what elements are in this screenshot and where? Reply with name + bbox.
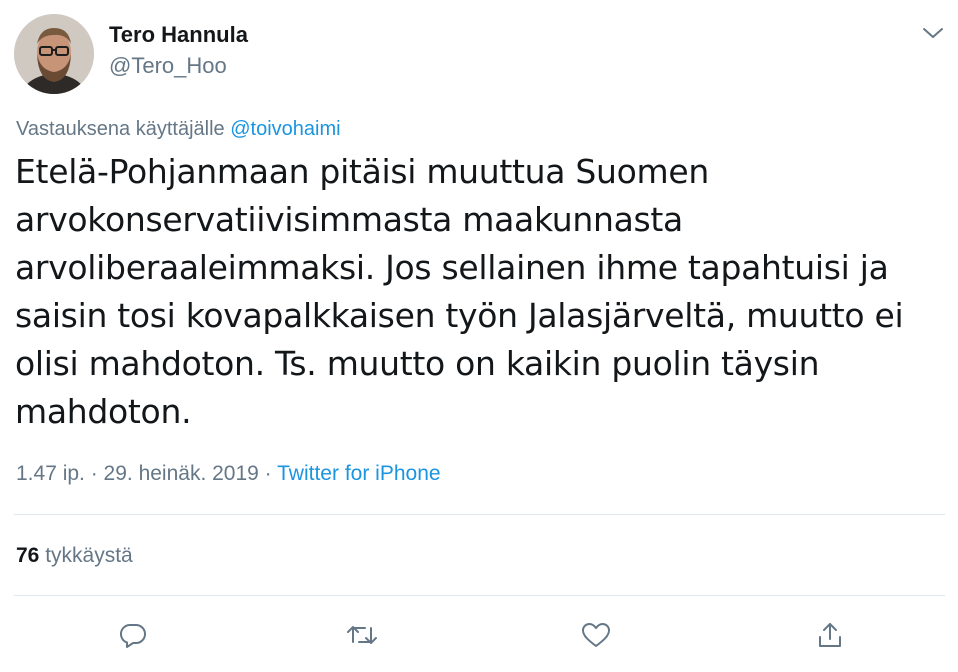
chevron-down-icon[interactable] (920, 22, 946, 44)
avatar-image (14, 14, 94, 94)
tweet-metadata: 1.47 ip. · 29. heinäk. 2019 · Twitter fo… (16, 462, 441, 486)
reply-mention-link[interactable]: @toivohaimi (230, 118, 340, 140)
tweet-text-line: saisin tosi kovapalkkaisen työn Jalasjär… (15, 296, 904, 335)
tweet-text: Etelä-Pohjanmaan pitäisi muuttua Suomen … (15, 148, 935, 436)
tweet-text-line: mahdoton. (15, 392, 192, 431)
heart-icon[interactable] (578, 617, 614, 653)
share-icon[interactable] (812, 617, 848, 653)
tweet-text-line: olisi mahdoton. Ts. muutto on kaikin puo… (15, 344, 820, 383)
tweet-source-link[interactable]: Twitter for iPhone (277, 462, 440, 485)
tweet-text-line: arvokonservatiivisimmasta maakunnasta (15, 200, 683, 239)
reply-context: Vastauksena käyttäjälle @toivohaimi (16, 118, 341, 141)
tweet-text-line: Etelä-Pohjanmaan pitäisi muuttua Suomen (15, 152, 710, 191)
retweet-icon[interactable] (344, 617, 380, 653)
divider (14, 595, 945, 596)
tweet-timestamp[interactable]: 1.47 ip. · 29. heinäk. 2019 · (16, 462, 272, 485)
likes-stat[interactable]: 76 tykkäystä (16, 544, 133, 568)
likes-label: tykkäystä (45, 544, 133, 567)
reply-context-prefix: Vastauksena käyttäjälle (16, 118, 225, 140)
divider (14, 514, 945, 515)
author-handle[interactable]: @Tero_Hoo (109, 53, 227, 79)
tweet-text-line: arvoliberaaleimmaksi. Jos sellainen ihme… (15, 248, 889, 287)
author-name[interactable]: Tero Hannula (109, 22, 248, 48)
reply-icon[interactable] (115, 617, 151, 653)
tweet-card: Tero Hannula @Tero_Hoo Vastauksena käytt… (0, 0, 958, 672)
likes-count: 76 (16, 544, 40, 567)
avatar[interactable] (14, 14, 94, 94)
